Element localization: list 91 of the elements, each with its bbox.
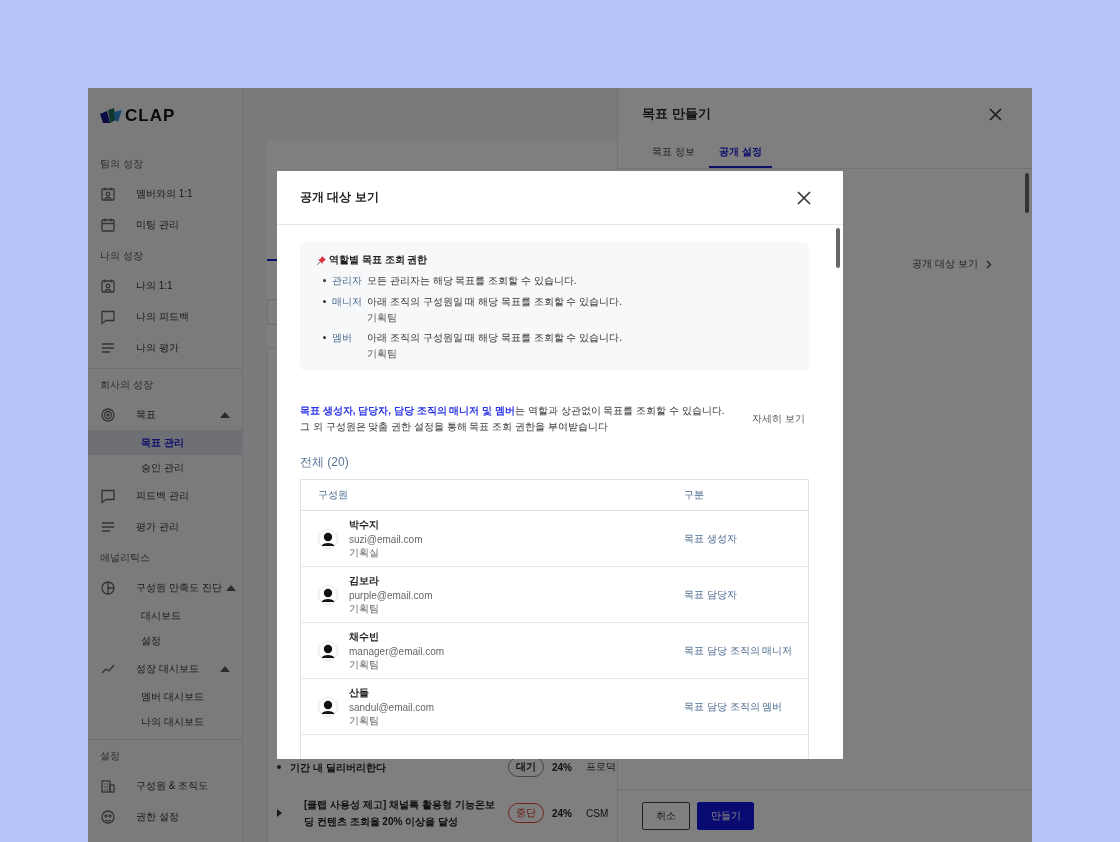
nav-subitem[interactable]: 멤버 대시보드 [88,684,242,709]
member-name: 채수빈 [349,629,379,644]
person-calendar-icon [100,185,116,202]
tab[interactable]: 목표 정보 [642,141,705,168]
pie-icon [100,579,116,596]
note-text: 그 외 구성원은 맞춤 권한 설정을 통해 목표 조회 권한을 부여받습니다 [300,420,608,432]
bullet-icon [323,336,326,339]
note-text: 목표 생성자, 담당자, 담당 조직의 매니저 및 멤버는 역할과 상관없이 목표를 조회할 수 있습니다. [300,405,725,416]
goal-title[interactable]: 기간 내 딜리버리한다 [290,758,500,776]
bullet-icon [323,300,326,303]
progress-text: 24% [552,761,573,773]
member-email: manager@email.com [349,645,445,657]
section-title: 회사의 성장 [99,378,154,392]
role-name: 매니저 [332,295,363,309]
nav-subitem[interactable]: 대시보드 [88,603,242,628]
avatar-icon [318,584,338,605]
detail-link[interactable]: 자세히 보기 [752,411,805,426]
scrollbar[interactable] [836,228,840,268]
role-description: 모든 관리자는 해당 목표를 조회할 수 있습니다. [367,274,577,287]
close-icon[interactable] [797,190,811,205]
pushpin-icon [317,255,326,265]
member-name: 산들 [349,685,369,700]
nav-item[interactable]: 나의 평가 [88,332,242,363]
people-icon [100,808,116,825]
nav-subitem[interactable]: 목표 관리 [88,430,242,455]
nav-item[interactable]: 멤버와의 1:1 [88,178,242,209]
modal-title: 공개 대상 보기 [300,189,379,206]
role-team: 기획팀 [367,311,398,324]
chevron-icon [986,259,992,269]
member-email: purple@email.com [349,589,433,601]
member-email: suzi@email.com [349,533,423,545]
nav-item[interactable]: 구성원 만족도 진단 [88,572,242,603]
avatar-icon [318,640,338,661]
section-title: 애널리틱스 [99,551,151,565]
nav-item[interactable]: 구성원 & 조직도 [88,770,242,801]
nav-item[interactable]: 목표 [88,399,242,430]
create-button[interactable]: 만들기 [697,802,754,830]
role-description: 아래 조직의 구성원일 때 해당 목표를 조회할 수 있습니다. [367,331,622,344]
info-title: 역할별 목표 조회 권한 [329,253,428,267]
scrollbar[interactable] [1025,173,1029,213]
logo-text: CLAP [125,106,176,126]
nav-item[interactable]: 권한 설정 [88,801,242,832]
avatar-icon [318,696,338,717]
role-team: 기획팀 [367,347,398,360]
logo-icon [100,108,122,124]
role-name: 관리자 [332,274,363,288]
target-icon [100,406,116,423]
member-name: 박수지 [349,517,379,532]
nav-item[interactable]: 미팅 관리 [88,209,242,240]
person-calendar-icon [100,277,116,294]
nav-subitem[interactable]: 승인 관리 [88,455,242,480]
cancel-button[interactable]: 취소 [642,802,690,830]
role-description: 아래 조직의 구성원일 때 해당 목표를 조회할 수 있습니다. [367,295,622,308]
nav-item[interactable]: 성장 대시보드 [88,653,242,684]
member-email: sandul@email.com [349,701,435,713]
goal-title[interactable]: [클랩 사용성 제고] 채널톡 활용형 기능온보딩 컨텐츠 조회율 20% 이상을 달성 [304,796,500,830]
member-role: 목표 생성자 [684,531,737,546]
member-role: 목표 담당자 [684,587,737,602]
team-text: 프로덕 [586,760,616,774]
member-role: 목표 담당 조직의 멤버 [684,699,783,714]
section-title: 나의 성장 [99,249,144,263]
member-team: 기획팀 [349,657,379,672]
column-header: 구분 [684,488,704,502]
progress-text: 24% [552,807,573,819]
member-name: 김보라 [349,573,379,588]
member-team: 기획팀 [349,601,379,616]
chat-icon [100,487,116,504]
panel-title: 목표 만들기 [642,105,711,123]
nav-subitem[interactable]: 나의 대시보드 [88,709,242,734]
nav-item[interactable]: 나의 피드백 [88,301,242,332]
avatar-icon [318,528,338,549]
section-title: 설정 [99,749,121,763]
column-header: 구성원 [317,488,349,502]
section-title: 팀의 성장 [99,157,144,171]
member-team: 기획팀 [349,713,379,728]
tab[interactable]: 공개 설정 [708,141,772,168]
nav-item[interactable]: 나의 1:1 [88,270,242,301]
nav-item[interactable]: 평가 관리 [88,511,242,542]
role-name: 멤버 [332,331,353,345]
calendar-icon [100,216,116,233]
expand-icon[interactable] [276,809,282,817]
nav-item[interactable]: 피드백 관리 [88,480,242,511]
building-icon [100,777,116,794]
chat-icon [100,308,116,325]
member-role: 목표 담당 조직의 매니저 [684,643,793,658]
audience-link[interactable]: 공개 대상 보기 [912,257,992,271]
nav-subitem[interactable]: 설정 [88,628,242,653]
count-heading: 전체 (20) [300,454,350,471]
team-text: CSM [586,807,609,819]
bullet-icon [323,279,326,282]
member-team: 기획실 [349,545,379,560]
